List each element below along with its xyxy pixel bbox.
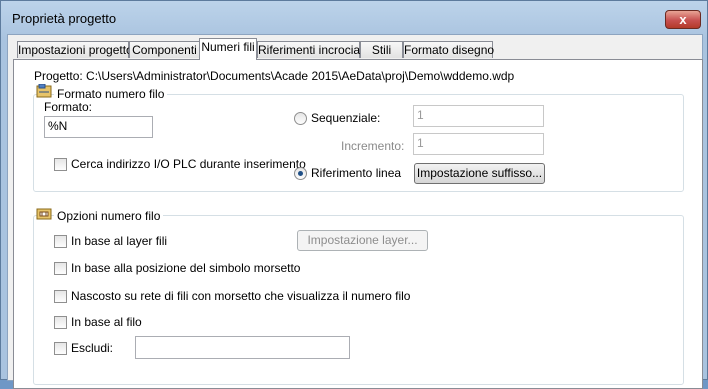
dialog-client-area: Impostazioni progetto Componenti Numeri …	[7, 34, 703, 389]
tab-numeri-fili[interactable]: Numeri fili	[199, 38, 257, 60]
sequential-label: Sequenziale:	[311, 111, 381, 125]
increment-input[interactable]: 1	[413, 133, 544, 155]
plc-search-label: Cerca indirizzo I/O PLC durante inserime…	[71, 157, 306, 171]
format-input[interactable]: %N	[44, 116, 153, 138]
plc-search-checkbox[interactable]	[54, 158, 67, 171]
format-label: Formato:	[44, 100, 93, 114]
tab-riferimenti-incrociati[interactable]: Riferimenti incrociati	[257, 41, 366, 58]
wire-options-icon	[36, 208, 52, 220]
tab-stili[interactable]: Stili	[360, 41, 403, 58]
window-title: Proprietà progetto	[12, 11, 117, 26]
dialog-window: Proprietà progetto x Impostazioni proget…	[0, 0, 708, 389]
exclude-input[interactable]	[135, 336, 350, 359]
by-layer-checkbox[interactable]	[54, 235, 67, 248]
exclude-checkbox[interactable]	[54, 342, 67, 355]
sequential-input[interactable]: 1	[413, 105, 544, 127]
layer-setup-button[interactable]: Impostazione layer...	[297, 230, 428, 251]
line-reference-label: Riferimento linea	[311, 166, 402, 180]
project-path-label: Progetto: C:\Users\Administrator\Documen…	[34, 69, 515, 83]
tab-panel: Progetto: C:\Users\Administrator\Documen…	[13, 59, 703, 389]
hidden-label: Nascosto su rete di fili con morsetto ch…	[71, 289, 411, 303]
tab-componenti[interactable]: Componenti	[129, 41, 200, 58]
wire-format-group-title: Formato numero filo	[54, 87, 168, 101]
by-terminal-label: In base alla posizione del simbolo morse…	[71, 261, 301, 275]
sequential-radio[interactable]	[294, 112, 307, 125]
wire-format-icon	[36, 84, 52, 98]
by-wire-label: In base al filo	[71, 315, 142, 329]
close-button[interactable]: x	[665, 10, 701, 29]
exclude-label: Escludi:	[71, 341, 114, 355]
tab-formato-disegno[interactable]: Formato disegno	[403, 41, 494, 58]
suffix-setup-button[interactable]: Impostazione suffisso...	[414, 163, 545, 184]
wire-options-group-title: Opzioni numero filo	[54, 209, 164, 223]
line-reference-radio[interactable]	[294, 167, 307, 180]
by-terminal-checkbox[interactable]	[54, 262, 67, 275]
by-layer-label: In base al layer fili	[71, 234, 168, 248]
hidden-checkbox[interactable]	[54, 290, 67, 303]
by-wire-checkbox[interactable]	[54, 316, 67, 329]
increment-label: Incremento:	[341, 139, 405, 153]
tab-impostazioni-progetto[interactable]: Impostazioni progetto	[17, 41, 133, 58]
